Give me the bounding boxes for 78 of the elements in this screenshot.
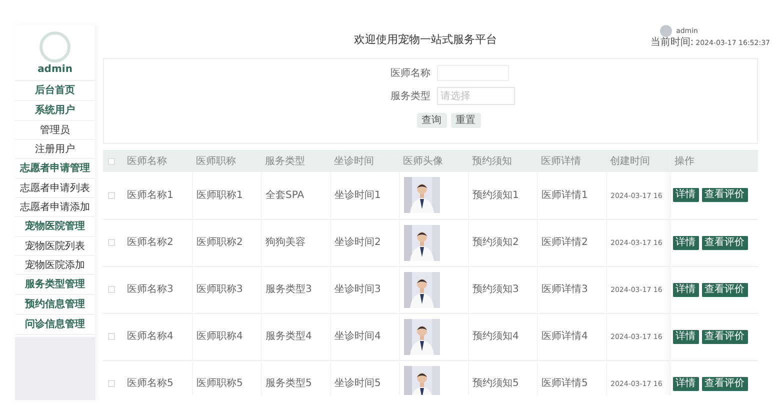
table-cell: 医师详情4 <box>542 331 588 342</box>
menu-item[interactable]: 服务类型管理 <box>15 275 95 295</box>
checkbox[interactable] <box>108 192 115 199</box>
table-cell: 狗狗美容 <box>266 237 306 248</box>
table-cell: 坐诊时间1 <box>334 190 381 201</box>
menu-item[interactable]: 注册用户 <box>15 140 95 159</box>
table-cell: 预约须知5 <box>472 378 519 389</box>
column-header: 医师职称 <box>196 156 236 166</box>
username: admin <box>38 63 72 77</box>
avatar-icon <box>39 31 71 63</box>
table-cell: 医师职称5 <box>196 378 243 389</box>
column-header: 坐诊时间 <box>334 156 374 166</box>
column-header: 操作 <box>674 156 694 166</box>
column-header: 医师详情 <box>541 156 581 166</box>
table-cell: 服务类型3 <box>266 284 312 295</box>
checkbox[interactable] <box>108 239 115 246</box>
field-label: 服务类型 <box>390 90 430 104</box>
action-button[interactable]: 查看评价 <box>702 188 748 202</box>
action-button[interactable]: 详情 <box>672 376 698 390</box>
table-cell: 医师名称5 <box>127 378 174 389</box>
table-cell: 全套SPA <box>266 190 304 201</box>
search-button[interactable]: 重置 <box>450 113 480 128</box>
table-cell: 医师详情3 <box>542 284 588 295</box>
column-header: 医师名称 <box>127 156 167 166</box>
action-button[interactable]: 详情 <box>672 236 698 250</box>
menu-item[interactable]: 管理员 <box>15 121 95 140</box>
field-label: 医师名称 <box>390 66 430 80</box>
table-cell: 医师职称1 <box>196 190 243 201</box>
table-cell: 医师名称1 <box>127 190 174 201</box>
checkbox[interactable] <box>108 380 115 387</box>
menu-item[interactable]: 宠物医院列表 <box>15 237 95 256</box>
menu-item[interactable]: 宠物医院管理 <box>15 217 95 237</box>
menu-item[interactable]: 后台首页 <box>15 81 95 101</box>
table-cell: 坐诊时间2 <box>334 237 381 248</box>
action-button[interactable]: 查看评价 <box>702 330 748 344</box>
action-button[interactable]: 详情 <box>672 188 698 202</box>
user-avatar-icon <box>660 25 672 37</box>
table-cell: 医师详情5 <box>542 378 588 389</box>
search-button[interactable]: 查询 <box>416 113 446 128</box>
column-header: 预约须知 <box>472 156 512 166</box>
table-cell: 医师名称4 <box>127 331 174 342</box>
menu-item[interactable]: 宠物医院添加 <box>15 256 95 275</box>
menu-item[interactable]: 系统用户 <box>15 101 95 121</box>
checkbox[interactable] <box>108 286 115 293</box>
table-cell: 预约须知4 <box>472 331 519 342</box>
checkbox[interactable] <box>108 333 115 340</box>
table-cell: 坐诊时间3 <box>334 284 381 295</box>
table-cell: 预约须知2 <box>472 237 519 248</box>
action-button[interactable]: 查看评价 <box>702 236 748 250</box>
table-cell: 医师名称3 <box>127 284 174 295</box>
table-cell: 医师职称3 <box>196 284 243 295</box>
action-button[interactable]: 详情 <box>672 330 698 344</box>
table-cell: 服务类型4 <box>266 331 312 342</box>
table-cell: 医师详情2 <box>542 237 588 248</box>
table-cell: 服务类型5 <box>266 378 312 389</box>
column-header: 医师头像 <box>403 156 443 166</box>
menu-item[interactable]: 志愿者申请管理 <box>15 159 95 179</box>
table-cell: 医师职称4 <box>196 331 243 342</box>
time-label: 当前时间: <box>650 37 694 49</box>
action-button[interactable]: 查看评价 <box>702 282 748 296</box>
table-cell: 坐诊时间4 <box>334 331 381 342</box>
table-cell: 医师名称2 <box>127 237 174 248</box>
menu-item[interactable]: 志愿者申请添加 <box>15 198 95 217</box>
menu-item[interactable]: 预约信息管理 <box>15 295 95 315</box>
menu-item[interactable]: 志愿者申请列表 <box>15 179 95 198</box>
action-button[interactable]: 查看评价 <box>702 376 748 390</box>
table-cell: 预约须知3 <box>472 284 519 295</box>
action-button[interactable]: 详情 <box>672 282 698 296</box>
select-field[interactable]: 请选择 <box>436 87 514 105</box>
table-cell: 医师详情1 <box>542 190 588 201</box>
table-cell: 医师职称2 <box>196 237 243 248</box>
column-header: 服务类型 <box>265 156 305 166</box>
page-title: 欢迎使用宠物一站式服务平台 <box>354 32 497 48</box>
table-cell: 预约须知1 <box>472 190 519 201</box>
checkbox[interactable] <box>108 158 115 164</box>
column-header: 创建时间 <box>610 156 650 166</box>
menu-item[interactable]: 问诊信息管理 <box>15 315 95 335</box>
table-cell: 坐诊时间5 <box>334 378 381 389</box>
